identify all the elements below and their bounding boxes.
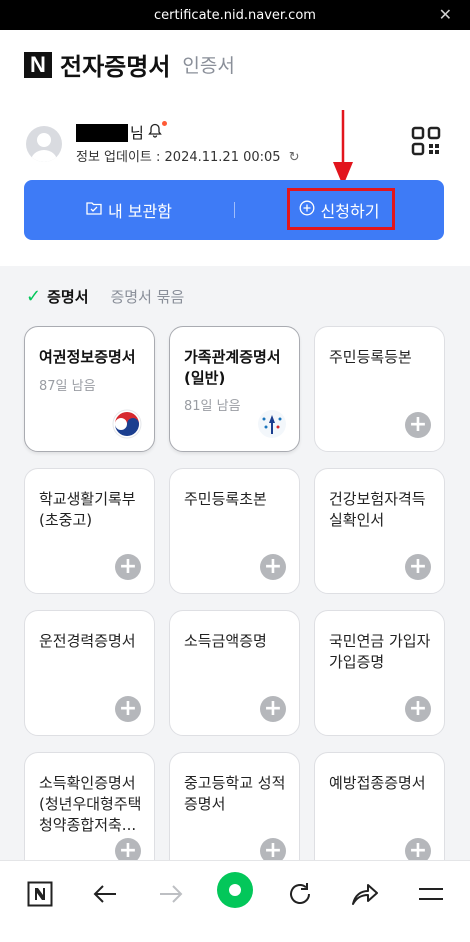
page-title: 전자증명서 [60,53,171,81]
tab-certificates[interactable]: 증명서 [47,286,88,307]
url-bar: certificate.nid.naver.com ✕ [0,0,470,30]
card-title: 소득금액증명 [184,632,267,650]
add-icon[interactable]: + [405,412,431,438]
notification-dot [161,121,167,126]
card-title: 소득확인증명서(청년우대형주택청약종합저축... [39,774,142,834]
card-title: 주민등록등본 [329,348,412,366]
browser-navbar [0,860,470,942]
certificate-card[interactable]: 여권정보증명서 87일 남음 [24,326,155,452]
red-arrow-annotation [333,110,353,186]
card-title: 주민등록초본 [184,490,267,508]
court-icon [258,410,286,438]
card-title: 건강보험자격득실확인서 [329,490,426,529]
refresh-icon[interactable] [285,879,315,909]
add-icon[interactable]: + [260,696,286,722]
brand: N 전자증명서 인증서 [24,47,235,82]
green-dot-icon[interactable] [216,871,254,909]
certificate-card[interactable]: 건강보험자격득실확인서 + [314,468,445,594]
top-section: N 전자증명서 인증서 님 정보 업데이트 : 2024.11.21 00:05… [0,30,470,266]
red-highlight-box [287,188,395,230]
certificate-card[interactable]: 학교생활기록부(초중고) + [24,468,155,594]
naver-logo-icon: N [24,51,52,78]
page-subtitle[interactable]: 인증서 [182,51,234,78]
qr-code-icon[interactable] [411,126,441,156]
card-title: 학교생활기록부(초중고) [39,490,136,529]
card-days-left: 87일 남음 [39,379,96,394]
taegeuk-icon [112,409,142,439]
bell-icon[interactable] [148,121,167,142]
certificate-card[interactable]: 운전경력증명서 + [24,610,155,736]
update-text: 정보 업데이트 : 2024.11.21 00:05 [76,150,281,165]
refresh-small-icon[interactable]: ↻ [289,150,300,165]
certificate-card[interactable]: 주민등록등본 + [314,326,445,452]
add-icon[interactable]: + [405,554,431,580]
certificate-card[interactable]: 소득금액증명 + [169,610,300,736]
card-title: 중고등학교 성적증명서 [184,774,286,813]
user-name-row: 님 [76,121,276,143]
folder-check-icon [86,201,102,219]
certificate-card[interactable]: 국민연금 가입자 가입증명 + [314,610,445,736]
share-icon[interactable] [350,879,380,909]
close-icon[interactable]: ✕ [439,5,452,24]
check-icon: ✓ [26,286,42,307]
url-text: certificate.nid.naver.com [154,7,316,23]
add-icon[interactable]: + [260,554,286,580]
menu-icon[interactable] [416,879,446,909]
forward-arrow-icon[interactable] [156,879,186,909]
card-days-left: 81일 남음 [184,399,241,414]
avatar [26,126,62,162]
tab-certificate-bundles[interactable]: 증명서 묶음 [111,286,185,307]
my-storage-label: 내 보관함 [108,202,172,221]
redacted-name [76,123,128,142]
card-title: 예방접종증명서 [329,774,426,792]
card-title: 여권정보증명서 [39,348,136,366]
certificate-tabs: ✓ 증명서 증명서 묶음 [26,286,184,307]
certificate-card[interactable]: 가족관계증명서(일반) 81일 남음 [169,326,300,452]
card-title: 운전경력증명서 [39,632,136,650]
add-icon[interactable]: + [405,696,431,722]
divider [234,202,235,218]
add-icon[interactable]: + [115,696,141,722]
certificate-card[interactable]: 주민등록초본 + [169,468,300,594]
action-bar: 내 보관함 신청하기 [24,180,444,240]
back-arrow-icon[interactable] [90,879,120,909]
my-storage-button[interactable]: 내 보관함 [24,180,234,240]
update-info: 정보 업데이트 : 2024.11.21 00:05 ↻ [76,146,300,165]
card-title: 가족관계증명서(일반) [184,348,281,387]
naver-home-icon[interactable] [26,879,54,909]
card-title: 국민연금 가입자 가입증명 [329,632,431,671]
name-suffix: 님 [130,124,144,142]
add-icon[interactable]: + [115,554,141,580]
